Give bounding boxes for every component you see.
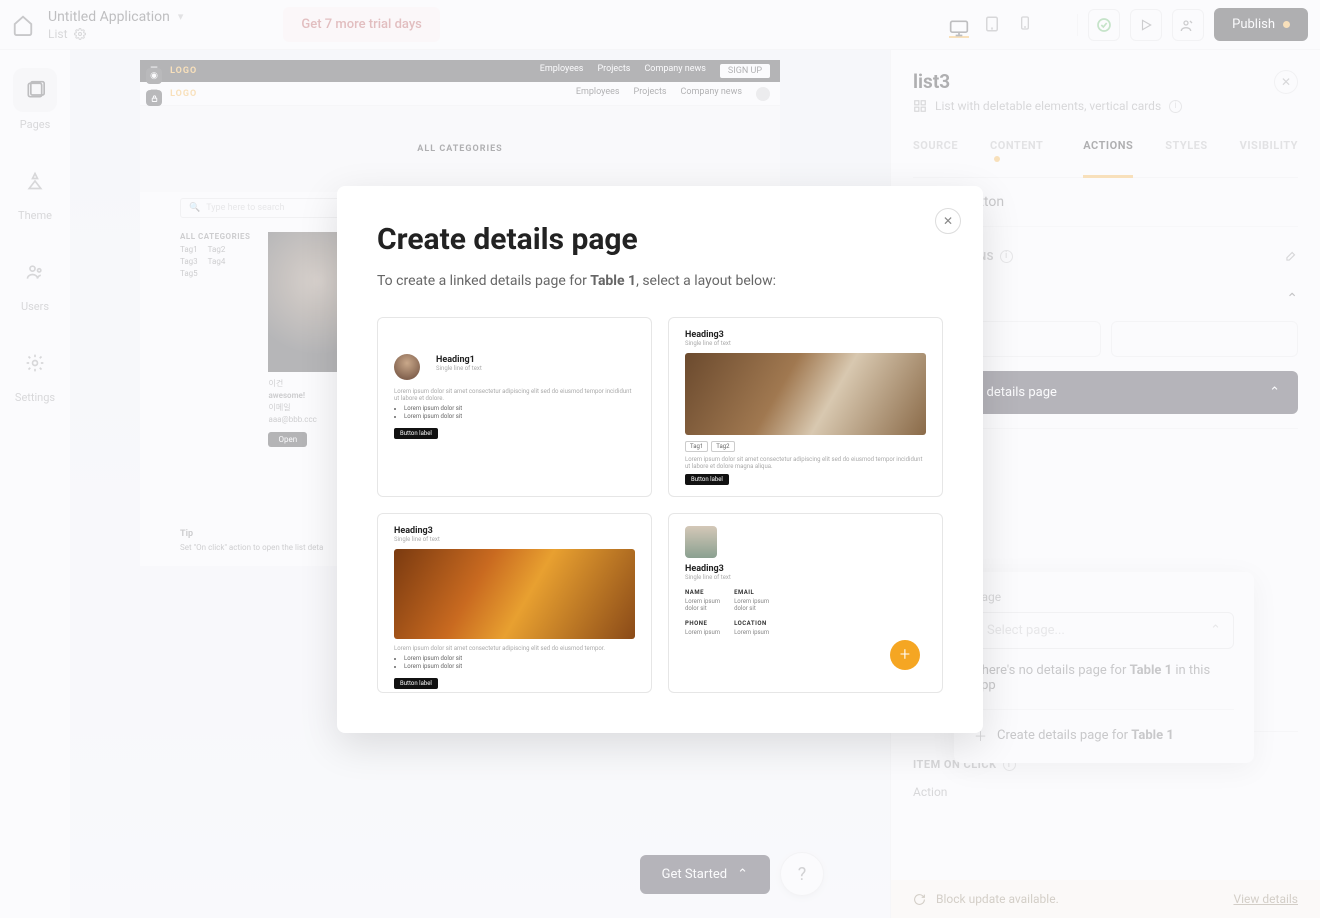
layout-heading: Heading3 [685,564,926,574]
layout-button: Button label [685,474,729,485]
layout-sub: Single line of text [685,574,926,581]
col-label: LOCATION [734,620,769,627]
layout-sub: Single line of text [394,536,635,543]
layout-option-4[interactable]: Heading3 Single line of text NAMELorem i… [668,513,943,693]
close-icon[interactable]: ✕ [935,208,961,234]
list-item: Lorem ipsum dolor sit [404,655,635,663]
modal-title: Create details page [377,222,943,257]
layout-image [394,549,635,639]
layout-sub: Single line of text [436,365,482,372]
plus-fab-icon: + [890,640,920,670]
col-label: PHONE [685,620,720,627]
layout-heading: Heading3 [685,330,926,340]
avatar [394,354,420,380]
modal-overlay[interactable]: ✕ Create details page To create a linked… [0,0,1320,918]
create-details-modal: ✕ Create details page To create a linked… [337,186,983,733]
list-item: Lorem ipsum dolor sit [404,413,635,421]
modal-description: To create a linked details page for Tabl… [377,273,943,289]
layout-heading: Heading3 [394,526,635,536]
layout-option-3[interactable]: Heading3 Single line of text Lorem ipsum… [377,513,652,693]
list-item: Lorem ipsum dolor sit [404,405,635,413]
layout-option-2[interactable]: Heading3 Single line of text Tag1Tag2 Lo… [668,317,943,497]
tag: Tag1 [685,441,708,452]
layout-button: Button label [394,428,438,439]
col-label: NAME [685,589,720,596]
tag: Tag2 [711,441,734,452]
layout-heading: Heading1 [436,355,482,365]
layout-option-1[interactable]: Heading1 Single line of text Lorem ipsum… [377,317,652,497]
col-label: EMAIL [734,589,769,596]
list-item: Lorem ipsum dolor sit [404,663,635,671]
layout-image [685,353,926,435]
layout-sub: Single line of text [685,340,926,347]
layout-button: Button label [394,678,438,689]
avatar [685,526,717,558]
